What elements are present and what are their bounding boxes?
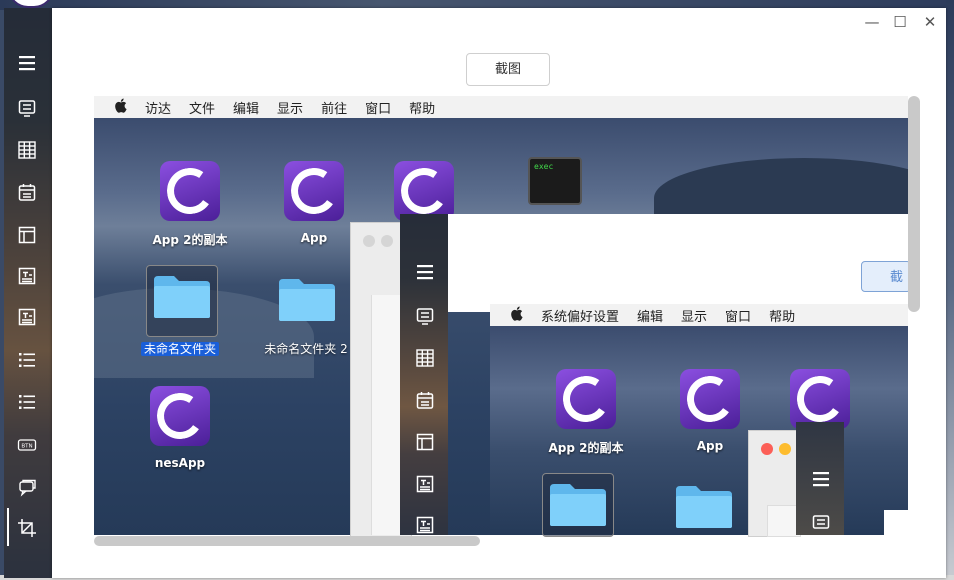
app-icon-nesapp[interactable] — [150, 386, 210, 446]
icon-label-selected: 未命名文件夹 — [130, 340, 230, 357]
list-icon-2[interactable] — [14, 389, 40, 415]
exec-text: exec — [534, 162, 554, 171]
minimize-dot[interactable] — [381, 235, 393, 247]
minimize-button[interactable]: — — [862, 12, 882, 32]
icon-label: nesApp — [154, 456, 206, 470]
form-icon[interactable] — [412, 303, 438, 329]
menu-icon[interactable] — [808, 466, 834, 492]
text-box-icon-2[interactable] — [14, 304, 40, 330]
icon-label: App — [696, 439, 724, 453]
folder-icon — [279, 279, 335, 321]
nested-app-icon-app2-copy[interactable] — [556, 369, 616, 429]
app-logo — [284, 161, 344, 221]
menu-view[interactable]: 显示 — [277, 98, 303, 117]
form-icon[interactable] — [14, 95, 40, 121]
maximize-button[interactable]: ☐ — [890, 12, 910, 32]
table-icon[interactable] — [412, 345, 438, 371]
close-button[interactable]: ✕ — [920, 12, 940, 32]
app-logo — [394, 161, 454, 221]
app-logo — [150, 386, 210, 446]
mac-menubar: 访达 文件 编辑 显示 前往 窗口 帮助 — [94, 96, 908, 118]
menu-help[interactable]: 帮助 — [769, 306, 795, 325]
nested-dialog — [448, 214, 908, 312]
calendar-icon[interactable] — [14, 179, 40, 205]
layout-icon[interactable] — [412, 429, 438, 455]
chat-icon[interactable] — [14, 474, 40, 500]
close-dot[interactable] — [363, 235, 375, 247]
nested-folder-icon-selected[interactable] — [542, 473, 614, 537]
app-icon-app[interactable] — [284, 161, 344, 221]
folder-icon-untitled[interactable] — [146, 265, 218, 337]
menu-icon[interactable] — [14, 50, 40, 76]
menu-edit[interactable]: 编辑 — [233, 98, 259, 117]
app-logo — [680, 369, 740, 429]
folder-icon — [676, 486, 732, 528]
nested-app-icon-app[interactable] — [680, 369, 740, 429]
nested-screenshot-button[interactable]: 截图 — [861, 261, 911, 292]
menu-file[interactable]: 文件 — [189, 98, 215, 117]
menu-help[interactable]: 帮助 — [409, 98, 435, 117]
nested-folder-icon[interactable] — [674, 484, 734, 534]
sidebar-selection-indicator — [7, 508, 9, 546]
nested-app-icon-partial[interactable] — [790, 369, 850, 429]
menu-finder[interactable]: 访达 — [145, 98, 171, 117]
icon-label: App 2的副本 — [152, 233, 228, 247]
menu-view[interactable]: 显示 — [681, 306, 707, 325]
folder-icon-untitled-2[interactable] — [277, 277, 337, 327]
exec-icon[interactable]: exec — [528, 157, 582, 205]
app-logo — [556, 369, 616, 429]
wallpaper-right — [946, 0, 954, 580]
folder-icon — [550, 484, 606, 526]
menu-edit[interactable]: 编辑 — [637, 306, 663, 325]
icon-label: App — [300, 231, 328, 245]
menu-window[interactable]: 窗口 — [725, 306, 751, 325]
menu-system-preferences[interactable]: 系统偏好设置 — [541, 306, 619, 325]
form-icon[interactable] — [808, 510, 834, 536]
btn-icon-text: BTN — [21, 443, 32, 449]
text-box-icon-2[interactable] — [412, 512, 438, 538]
list-icon[interactable] — [14, 347, 40, 373]
preview-vertical-scrollbar[interactable] — [908, 96, 920, 312]
preview-horizontal-scrollbar[interactable] — [94, 536, 480, 546]
crop-icon[interactable] — [14, 515, 40, 541]
minimize-dot[interactable] — [779, 443, 791, 455]
app-logo — [790, 369, 850, 429]
app-icon-partial[interactable] — [394, 161, 454, 221]
text-box-icon[interactable] — [14, 263, 40, 289]
nested-mac-menubar: 系统偏好设置 编辑 显示 窗口 帮助 — [490, 304, 908, 326]
icon-label: App 2的副本 — [548, 441, 624, 455]
menu-window[interactable]: 窗口 — [365, 98, 391, 117]
icon-label: 未命名文件夹 2 — [264, 342, 348, 356]
deep-nested-dialog — [884, 510, 908, 535]
close-dot[interactable] — [761, 443, 773, 455]
table-icon[interactable] — [14, 137, 40, 163]
folder-icon — [154, 276, 210, 318]
app-icon-app2-copy[interactable] — [160, 161, 220, 221]
calendar-icon[interactable] — [412, 387, 438, 413]
text-box-icon[interactable] — [412, 471, 438, 497]
btn-icon[interactable]: BTN — [14, 432, 40, 458]
app-logo — [160, 161, 220, 221]
menu-go[interactable]: 前往 — [321, 98, 347, 117]
apple-icon[interactable] — [510, 306, 523, 325]
menu-icon[interactable] — [412, 259, 438, 285]
screenshot-button[interactable]: 截图 — [466, 53, 550, 86]
apple-icon[interactable] — [114, 98, 127, 117]
layout-icon[interactable] — [14, 222, 40, 248]
nested-finder-window[interactable] — [748, 430, 801, 537]
selected-label-text: 未命名文件夹 — [140, 342, 219, 356]
